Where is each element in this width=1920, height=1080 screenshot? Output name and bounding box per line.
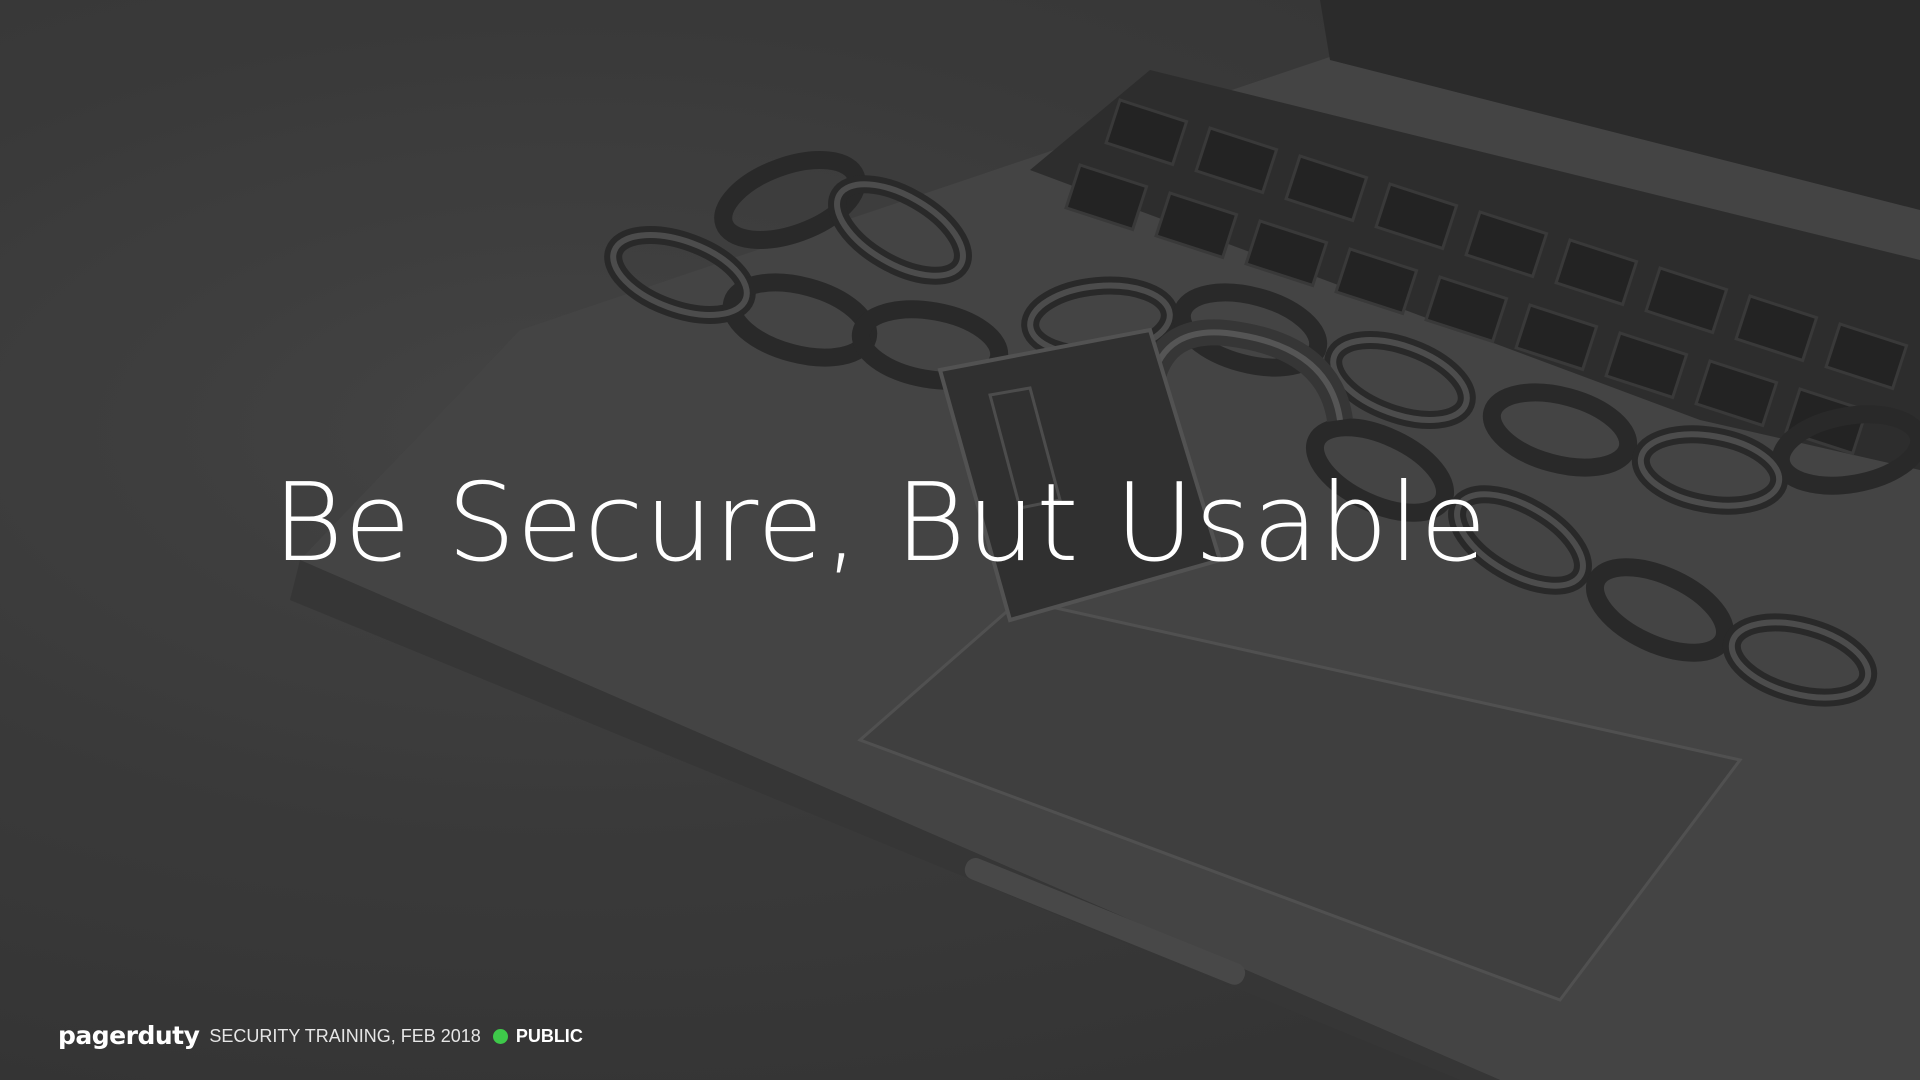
slide-footer: pagerduty SECURITY TRAINING, FEB 2018 PU… [58,1022,583,1050]
presentation-slide: Be Secure, But Usable pagerduty SECURITY… [0,0,1920,1080]
visibility-label: PUBLIC [515,1025,583,1046]
event-label: SECURITY TRAINING, FEB 2018 [209,1025,481,1046]
status-dot-icon [492,1028,508,1044]
slide-title: Be Secure, But Usable [272,461,1488,586]
pagerduty-logo: pagerduty [58,1020,200,1050]
